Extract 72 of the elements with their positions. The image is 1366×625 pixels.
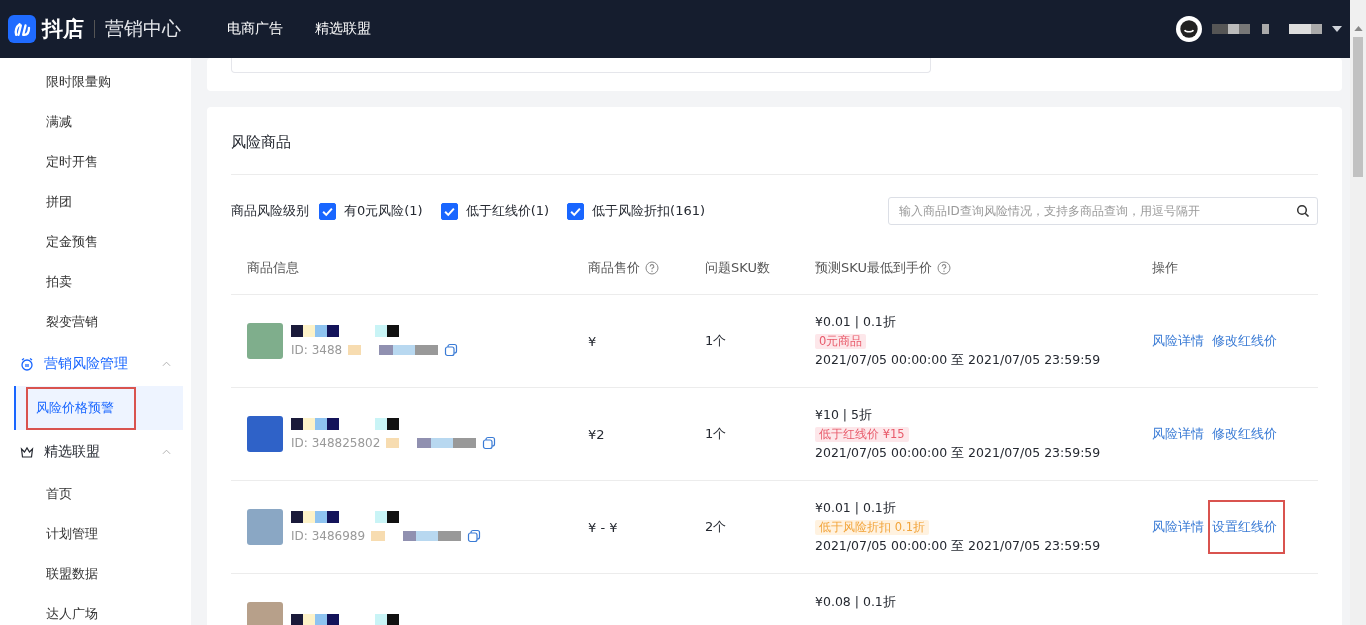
scrollbar[interactable] bbox=[1350, 0, 1366, 625]
section-title: 营销中心 bbox=[105, 16, 181, 41]
lowest-price: ¥0.08 | 0.1折 bbox=[815, 594, 896, 611]
column-header: 问题SKU数 bbox=[705, 258, 770, 277]
copy-icon[interactable] bbox=[482, 436, 497, 450]
sidebar-item[interactable]: 定时开售 bbox=[0, 142, 191, 182]
logo-text: 抖店 bbox=[42, 16, 84, 43]
lowest-price: ¥10 | 5折 bbox=[815, 406, 872, 424]
column-header: 商品售价 bbox=[588, 258, 640, 277]
sidebar-item[interactable]: 首页 bbox=[0, 474, 191, 514]
photo-placeholder bbox=[247, 509, 283, 545]
filter-label: 商品风险级别 bbox=[231, 202, 309, 220]
sidebar-item[interactable]: 拍卖 bbox=[0, 262, 191, 302]
lowest-price: ¥0.01 | 0.1折 bbox=[815, 499, 896, 517]
column-header: 商品信息 bbox=[247, 258, 299, 277]
checkbox[interactable]: 低于风险折扣(161) bbox=[567, 202, 706, 220]
risk-tag: 低于红线价 ¥15 bbox=[815, 426, 909, 442]
action-link[interactable]: 修改红线价 bbox=[1212, 425, 1277, 443]
highlight-frame: 风险价格预警 bbox=[26, 386, 136, 430]
help-icon[interactable] bbox=[936, 260, 951, 275]
action-link[interactable]: 风险详情 bbox=[1152, 332, 1204, 350]
help-icon[interactable] bbox=[645, 260, 659, 275]
column-header: 预测SKU最低到手价 bbox=[815, 258, 932, 277]
alarm-icon bbox=[20, 357, 34, 371]
action-link[interactable]: 修改红线价 bbox=[1212, 332, 1277, 350]
copy-icon[interactable] bbox=[444, 343, 459, 357]
checkbox[interactable]: 有0元风险(1) bbox=[319, 202, 423, 220]
card-title: 风险商品 bbox=[231, 107, 1318, 175]
sku-count: 1个 bbox=[705, 425, 727, 443]
sidebar-item[interactable]: 风险价格预警 bbox=[14, 386, 183, 430]
sidebar-item[interactable]: 满减 bbox=[0, 102, 191, 142]
sku-count: 1个 bbox=[705, 332, 727, 350]
search-field[interactable]: 输入商品ID查询风险情况，支持多商品查询，用逗号隔开 bbox=[888, 197, 1318, 225]
sidebar-item[interactable]: 联盟数据 bbox=[0, 554, 191, 594]
crown-icon bbox=[20, 445, 34, 459]
avatar-icon[interactable] bbox=[1176, 16, 1202, 42]
price-text: ¥ bbox=[588, 333, 597, 349]
action-link[interactable]: 风险详情 bbox=[1152, 425, 1204, 443]
product-id: ID: 3488 bbox=[291, 343, 343, 357]
time-range: 2021/07/05 00:00:00 至 2021/07/05 23:59:59 bbox=[815, 444, 1101, 462]
risk-tag: 0元商品 bbox=[815, 333, 867, 349]
photo-placeholder bbox=[247, 416, 283, 452]
checkbox[interactable]: 低于红线价(1) bbox=[440, 202, 550, 220]
logo-icon bbox=[8, 15, 36, 43]
copy-icon[interactable] bbox=[467, 529, 482, 543]
sidebar-item[interactable]: 裂变营销 bbox=[0, 302, 191, 342]
action-link[interactable]: 设置红线价 bbox=[1208, 500, 1285, 554]
search-icon[interactable] bbox=[1296, 204, 1310, 218]
sidebar-item[interactable]: 定金预售 bbox=[0, 222, 191, 262]
sidebar-item[interactable]: 拼团 bbox=[0, 182, 191, 222]
product-id: ID: 3486989 bbox=[291, 529, 366, 543]
price-text: ¥2 bbox=[588, 426, 605, 442]
column-header: 操作 bbox=[1152, 258, 1178, 277]
caret-down-icon[interactable] bbox=[1332, 26, 1342, 32]
sidebar-group[interactable]: 精选联盟 bbox=[0, 430, 191, 474]
scrollbar-thumb[interactable] bbox=[1353, 37, 1363, 177]
product-id: ID: 348825802 bbox=[291, 436, 381, 450]
scroll-up-arrow-icon[interactable] bbox=[1353, 26, 1363, 31]
risk-tag: 低于风险折扣 0.1折 bbox=[815, 519, 929, 535]
sidebar-item[interactable]: 限时限量购 bbox=[0, 62, 191, 102]
sidebar-item[interactable]: 达人广场 bbox=[0, 594, 191, 625]
sku-count: 2个 bbox=[705, 518, 727, 536]
photo-placeholder bbox=[247, 323, 283, 359]
nav-link[interactable]: 电商广告 bbox=[227, 20, 283, 38]
time-range: 2021/07/05 00:00:00 至 2021/07/05 23:59:59 bbox=[815, 537, 1101, 555]
price-text: ¥ - ¥ bbox=[588, 519, 618, 535]
sidebar-item[interactable]: 计划管理 bbox=[0, 514, 191, 554]
action-link[interactable]: 风险详情 bbox=[1152, 518, 1204, 536]
lowest-price: ¥0.01 | 0.1折 bbox=[815, 313, 896, 331]
nav-link[interactable]: 精选联盟 bbox=[315, 20, 371, 38]
sidebar-group[interactable]: 营销风险管理 bbox=[0, 342, 191, 386]
time-range: 2021/07/05 00:00:00 至 2021/07/05 23:59:59 bbox=[815, 351, 1101, 369]
